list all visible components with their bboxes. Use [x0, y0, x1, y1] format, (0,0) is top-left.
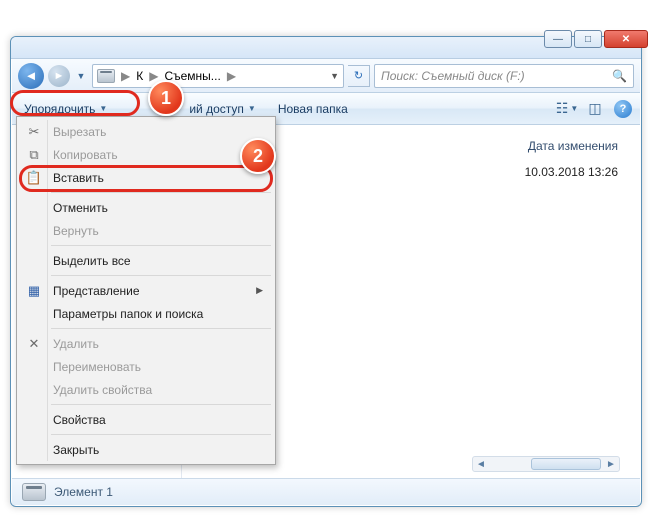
maximize-button[interactable]: □	[574, 30, 602, 48]
status-bar: Элемент 1	[12, 478, 640, 505]
menu-item-cut[interactable]: ✂ Вырезать	[19, 120, 273, 143]
search-placeholder: Поиск: Съемный диск (F:)	[381, 69, 525, 83]
menu-label: Параметры папок и поиска	[53, 307, 203, 321]
chevron-right-icon: ▶	[121, 69, 130, 83]
scroll-thumb[interactable]	[531, 458, 601, 470]
file-date-value: 10.03.2018 13:26	[525, 165, 618, 179]
menu-item-undo[interactable]: Отменить	[19, 196, 273, 219]
view-options-button[interactable]: ☷▼	[558, 100, 576, 118]
new-folder-button[interactable]: Новая папка	[274, 98, 352, 120]
menu-item-properties[interactable]: Свойства	[19, 408, 273, 431]
chevron-right-icon: ▶	[149, 69, 158, 83]
column-header-date[interactable]: Дата изменения	[528, 139, 618, 153]
forward-button[interactable]: ►	[48, 65, 70, 87]
organize-menu: ✂ Вырезать ⧉ Копировать 📋 Вставить Отменить…	[16, 116, 276, 465]
menu-separator	[51, 328, 271, 329]
menu-item-view[interactable]: ▦ Представление ▶	[19, 279, 273, 302]
drive-icon	[97, 69, 115, 83]
menu-label: Вставить	[53, 171, 104, 185]
cut-icon: ✂	[25, 124, 43, 140]
menu-separator	[51, 192, 271, 193]
menu-label: Переименовать	[53, 360, 141, 374]
menu-label: Удалить	[53, 337, 99, 351]
search-icon: 🔍	[612, 69, 627, 83]
address-bar[interactable]: ▶ К ▶ Съемны... ▶ ▼	[92, 64, 344, 88]
menu-item-delete[interactable]: ✕ Удалить	[19, 332, 273, 355]
menu-item-select-all[interactable]: Выделить все	[19, 249, 273, 272]
status-text: Элемент 1	[54, 485, 113, 499]
menu-item-remove-props[interactable]: Удалить свойства	[19, 378, 273, 401]
menu-label: Закрыть	[53, 443, 99, 457]
scroll-right-icon[interactable]: ►	[603, 457, 619, 471]
share-label: ий доступ	[189, 102, 244, 116]
minimize-button[interactable]: —	[544, 30, 572, 48]
history-dropdown[interactable]: ▼	[74, 71, 88, 81]
chevron-right-icon: ▶	[227, 69, 236, 83]
search-input[interactable]: Поиск: Съемный диск (F:) 🔍	[374, 64, 634, 88]
menu-separator	[51, 275, 271, 276]
paste-icon: 📋	[25, 170, 43, 186]
new-folder-label: Новая папка	[278, 102, 348, 116]
menu-label: Удалить свойства	[53, 383, 152, 397]
organize-label: Упорядочить	[24, 102, 95, 116]
menu-item-redo[interactable]: Вернуть	[19, 219, 273, 242]
back-button[interactable]: ◄	[18, 63, 44, 89]
menu-separator	[51, 404, 271, 405]
menu-label: Выделить все	[53, 254, 131, 268]
menu-item-folder-options[interactable]: Параметры папок и поиска	[19, 302, 273, 325]
menu-separator	[51, 245, 271, 246]
annotation-badge-2: 2	[240, 138, 276, 174]
menu-item-close[interactable]: Закрыть	[19, 438, 273, 461]
menu-item-paste[interactable]: 📋 Вставить	[19, 166, 273, 189]
delete-icon: ✕	[25, 336, 43, 352]
menu-label: Вернуть	[53, 224, 99, 238]
nav-bar: ◄ ► ▼ ▶ К ▶ Съемны... ▶ ▼ ↻ Поиск: Съемн…	[12, 59, 640, 93]
refresh-button[interactable]: ↻	[348, 65, 370, 87]
chevron-down-icon: ▼	[248, 104, 256, 113]
layout-icon: ▦	[25, 283, 43, 299]
menu-item-copy[interactable]: ⧉ Копировать	[19, 143, 273, 166]
menu-label: Вырезать	[53, 125, 106, 139]
address-dropdown-icon[interactable]: ▼	[330, 71, 339, 81]
chevron-down-icon: ▼	[99, 104, 107, 113]
menu-label: Свойства	[53, 413, 106, 427]
menu-label: Копировать	[53, 148, 118, 162]
menu-label: Представление	[53, 284, 140, 298]
submenu-arrow-icon: ▶	[256, 285, 263, 296]
menu-item-rename[interactable]: Переименовать	[19, 355, 273, 378]
annotation-badge-1: 1	[148, 80, 184, 116]
horizontal-scrollbar[interactable]: ◄ ►	[472, 456, 620, 472]
menu-separator	[51, 434, 271, 435]
close-window-button[interactable]: ✕	[604, 30, 648, 48]
preview-pane-button[interactable]: ◫	[586, 100, 604, 118]
menu-label: Отменить	[53, 201, 108, 215]
scroll-left-icon[interactable]: ◄	[473, 457, 489, 471]
help-button[interactable]: ?	[614, 100, 632, 118]
breadcrumb-segment[interactable]: К	[136, 69, 143, 83]
copy-icon: ⧉	[25, 147, 43, 163]
drive-icon	[22, 483, 46, 501]
